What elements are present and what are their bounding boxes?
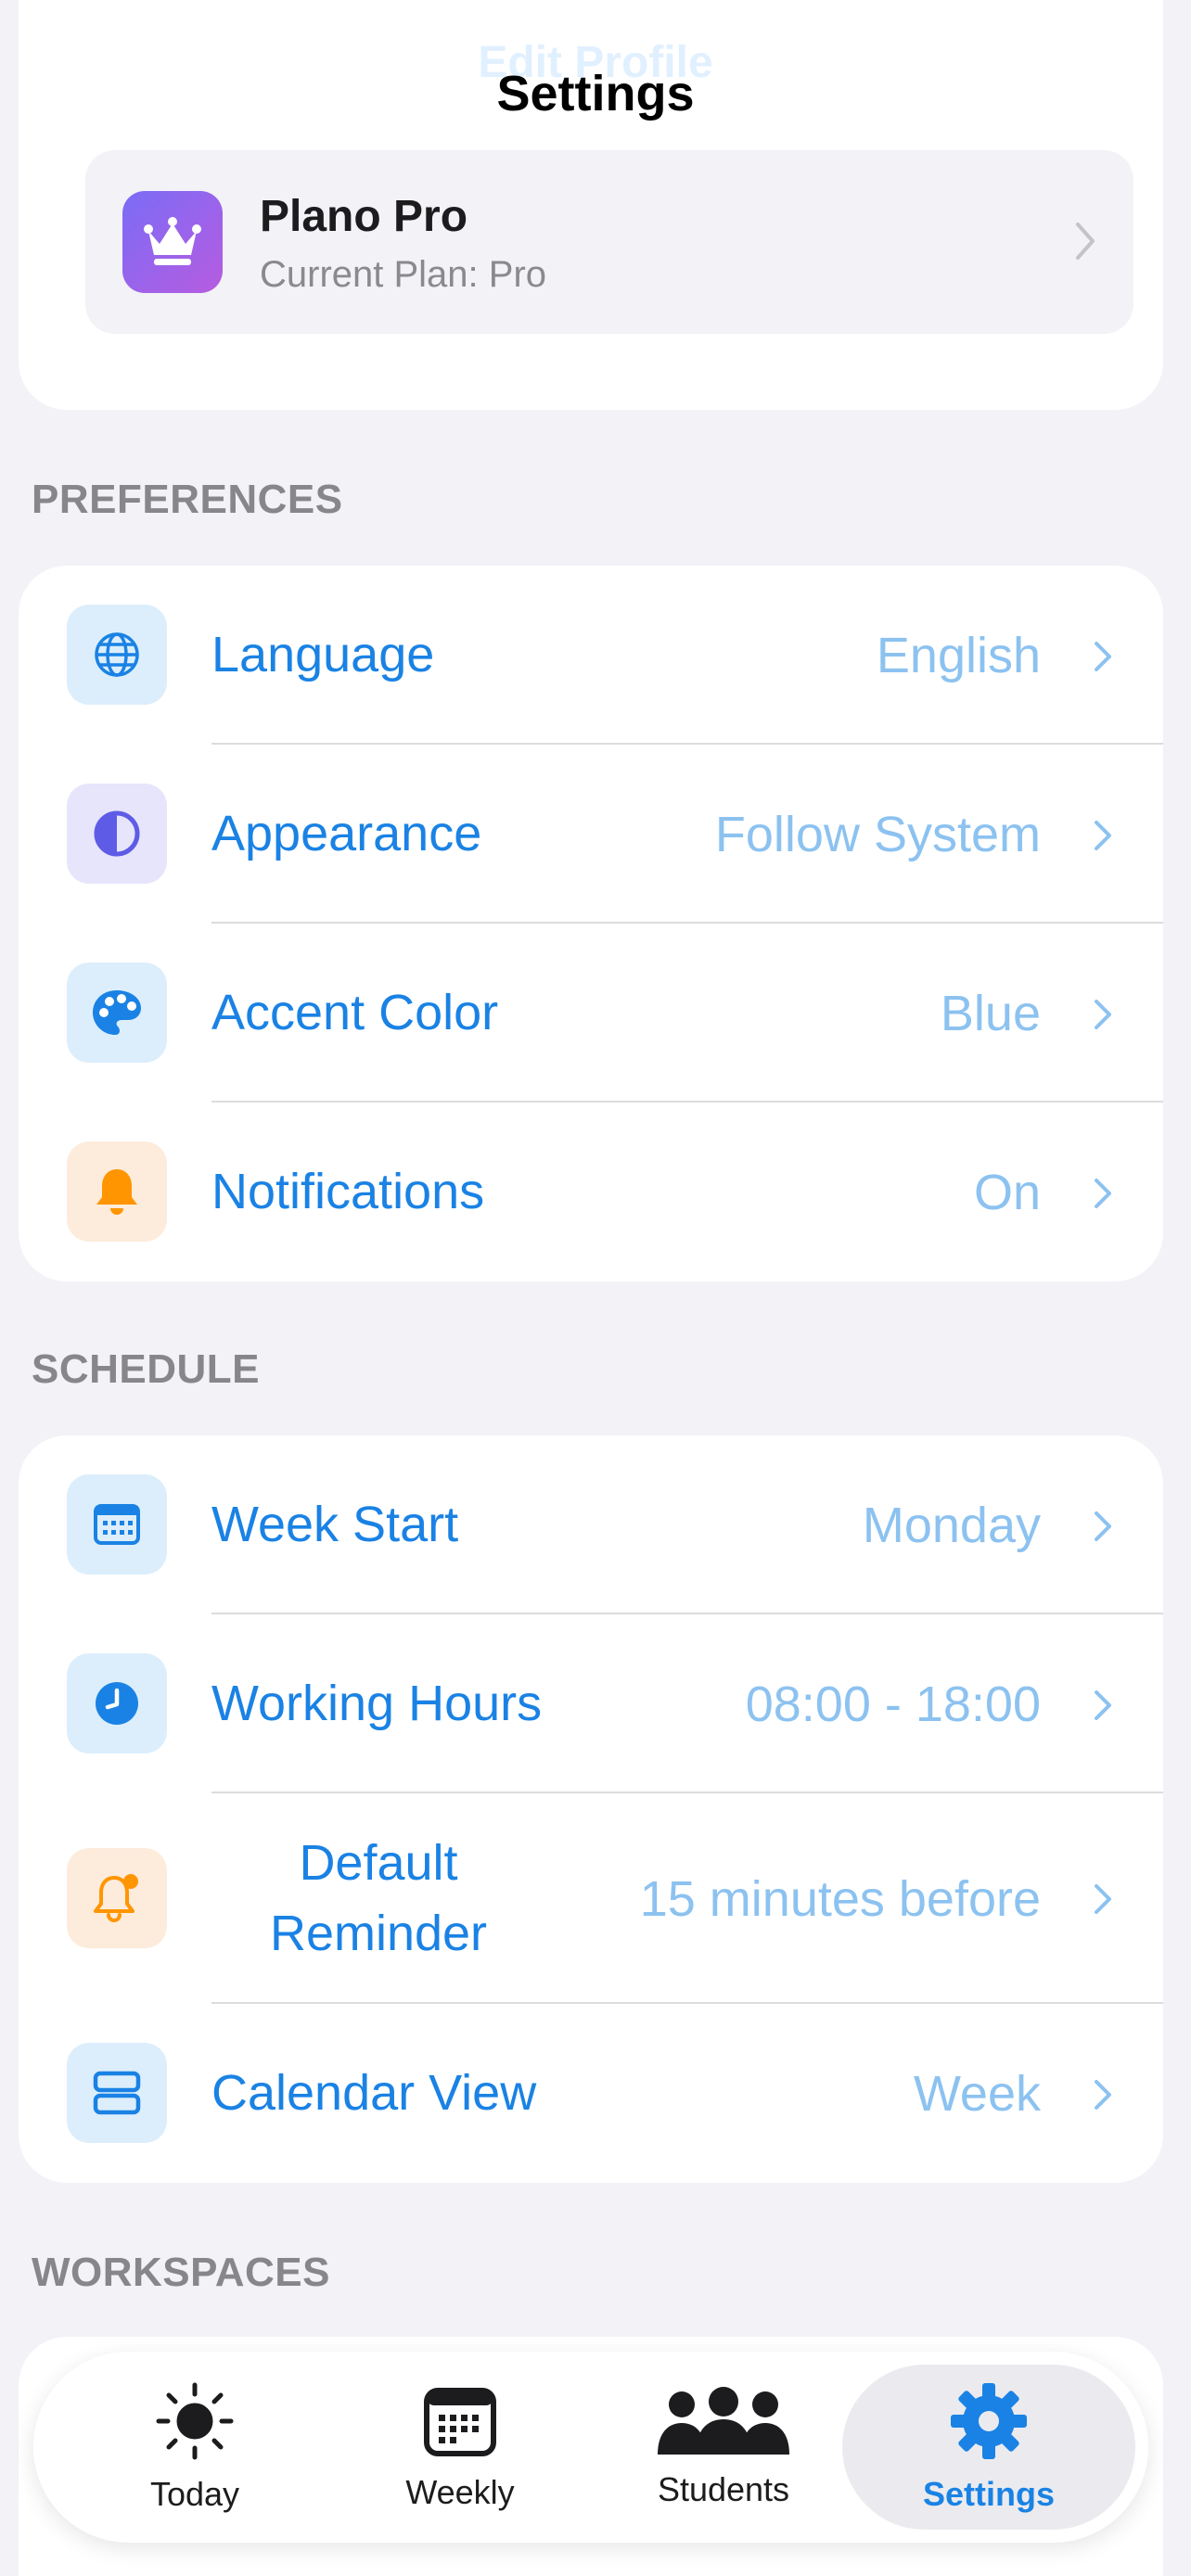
row-label: Appearance (211, 805, 482, 861)
people-icon (656, 2386, 791, 2461)
row-value: English (876, 627, 1041, 683)
palette-icon (67, 963, 167, 1063)
row-label: Notifications (211, 1163, 485, 1219)
plano-pro-row[interactable]: Plano Pro Current Plan: Pro (85, 150, 1133, 334)
tab-today[interactable]: Today (74, 2352, 315, 2543)
schedule-card: Week Start Monday Working Hours 08:00 - … (19, 1435, 1163, 2183)
row-week-start[interactable]: Week Start Monday (19, 1435, 1163, 1614)
row-working-hours[interactable]: Working Hours 08:00 - 18:00 (19, 1614, 1163, 1793)
row-value: On (973, 1164, 1041, 1220)
row-calendar-view[interactable]: Calendar View Week (19, 2004, 1163, 2183)
row-appearance[interactable]: Appearance Follow System (19, 745, 1163, 924)
row-accent-color[interactable]: Accent Color Blue (19, 924, 1163, 1103)
calendar-icon (67, 1474, 167, 1575)
pro-title: Plano Pro (260, 192, 468, 241)
tab-students[interactable]: Students (603, 2352, 844, 2543)
row-value: Monday (862, 1497, 1041, 1553)
row-notifications[interactable]: Notifications On (19, 1103, 1163, 1282)
chevron-right-icon (1093, 1882, 1113, 1920)
row-label: Default Reminder (269, 1834, 488, 1961)
row-value: 08:00 - 18:00 (745, 1676, 1041, 1732)
row-label: Working Hours (211, 1675, 543, 1731)
crown-icon (122, 191, 223, 293)
pro-subtitle: Current Plan: Pro (260, 254, 547, 295)
row-value: Follow System (714, 806, 1041, 862)
row-label: Accent Color (211, 984, 499, 1040)
row-label: Calendar View (211, 2064, 537, 2121)
section-label-workspaces: WORKSPACES (32, 2250, 330, 2295)
chevron-right-icon (1093, 1510, 1113, 1548)
globe-icon (67, 605, 167, 705)
section-label-schedule: SCHEDULE (32, 1346, 261, 1392)
tab-weekly[interactable]: Weekly (339, 2352, 581, 2543)
row-value: Week (913, 2065, 1041, 2122)
chevron-right-icon (1093, 998, 1113, 1036)
half-circle-icon (67, 784, 167, 884)
gear-icon (949, 2381, 1029, 2466)
clock-icon (67, 1653, 167, 1753)
chevron-right-icon (1093, 2078, 1113, 2116)
tab-label: Today (149, 2474, 240, 2513)
row-value: 15 minutes before (639, 1870, 1041, 1927)
section-label-preferences: PREFERENCES (32, 477, 343, 522)
tab-bar: Today Weekly Students Settings (33, 2352, 1148, 2543)
chevron-right-icon (1093, 1689, 1113, 1727)
row-language[interactable]: Language English (19, 566, 1163, 745)
row-value: Blue (940, 985, 1041, 1041)
chevron-right-icon (1093, 1177, 1113, 1215)
chevron-right-icon (1074, 221, 1096, 266)
tab-settings[interactable]: Settings (868, 2352, 1109, 2543)
page-title: Settings (496, 66, 695, 121)
calendar-icon (422, 2383, 498, 2464)
row-label: Week Start (211, 1496, 459, 1552)
preferences-card: Language English Appearance Follow Syste… (19, 566, 1163, 1282)
tab-label: Settings (922, 2474, 1055, 2513)
row-label: Language (211, 626, 435, 682)
bell-icon (67, 1141, 167, 1242)
row-default-reminder[interactable]: Default Reminder 15 minutes before (19, 1793, 1163, 2004)
sun-icon (153, 2381, 237, 2466)
tab-label: Weekly (405, 2472, 515, 2511)
chevron-right-icon (1093, 640, 1113, 678)
bell-badge-icon (67, 1848, 167, 1948)
tab-label: Students (657, 2469, 790, 2508)
chevron-right-icon (1093, 819, 1113, 857)
view-icon (67, 2043, 167, 2143)
